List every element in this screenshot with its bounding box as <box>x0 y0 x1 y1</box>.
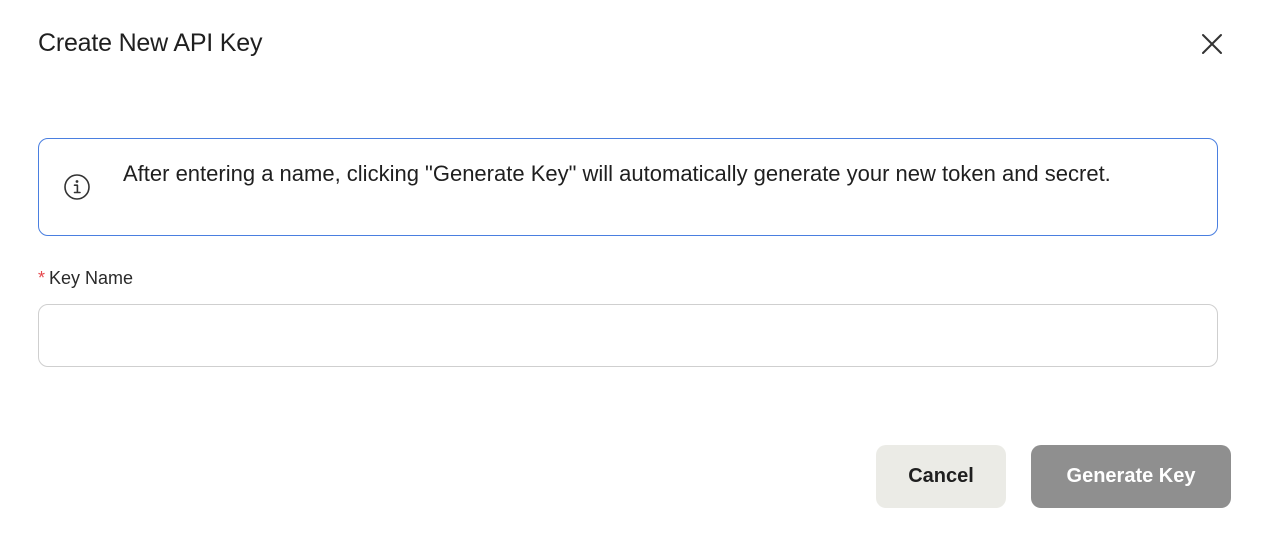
key-name-label-text: Key Name <box>49 268 134 288</box>
key-name-input[interactable] <box>38 304 1218 367</box>
cancel-button[interactable]: Cancel <box>876 445 1006 508</box>
key-name-label: * Key Name <box>38 266 133 290</box>
required-marker: * <box>38 268 46 288</box>
info-alert: After entering a name, clicking "Generat… <box>38 138 1218 236</box>
info-icon <box>64 174 90 200</box>
close-button[interactable] <box>1196 28 1228 60</box>
create-api-key-dialog: Create New API Key After entering a name… <box>0 0 1282 554</box>
generate-key-button[interactable]: Generate Key <box>1031 445 1231 508</box>
info-text: After entering a name, clicking "Generat… <box>123 161 1111 186</box>
close-icon <box>1202 34 1222 54</box>
dialog-title: Create New API Key <box>38 29 263 57</box>
